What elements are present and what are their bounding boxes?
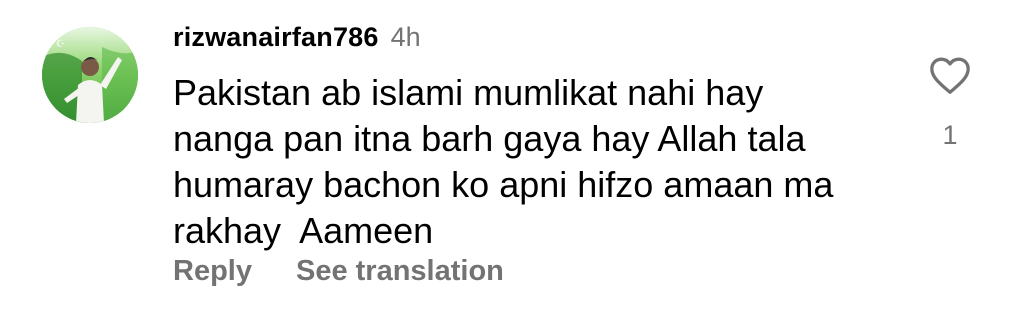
svg-text:☪: ☪ <box>56 39 65 50</box>
comment-header: rizwanairfan786 4h <box>173 22 893 62</box>
comment-body: rizwanairfan786 4h Pakistan ab islami mu… <box>173 22 893 254</box>
like-count[interactable]: 1 <box>942 120 957 151</box>
comment-text: Pakistan ab islami mumlikat nahi hay nan… <box>173 72 834 251</box>
comment-item: ☪ rizwanairfan786 4h Pakistan ab islami … <box>0 0 1024 320</box>
heart-outline-icon[interactable] <box>928 55 972 100</box>
reply-button[interactable]: Reply <box>173 255 252 288</box>
comment-actions: Reply See translation <box>173 255 504 288</box>
avatar[interactable]: ☪ <box>42 27 138 123</box>
see-translation-button[interactable]: See translation <box>296 255 504 288</box>
timestamp: 4h <box>390 22 421 52</box>
username-link[interactable]: rizwanairfan786 <box>173 22 379 53</box>
like-section: 1 <box>920 55 980 151</box>
